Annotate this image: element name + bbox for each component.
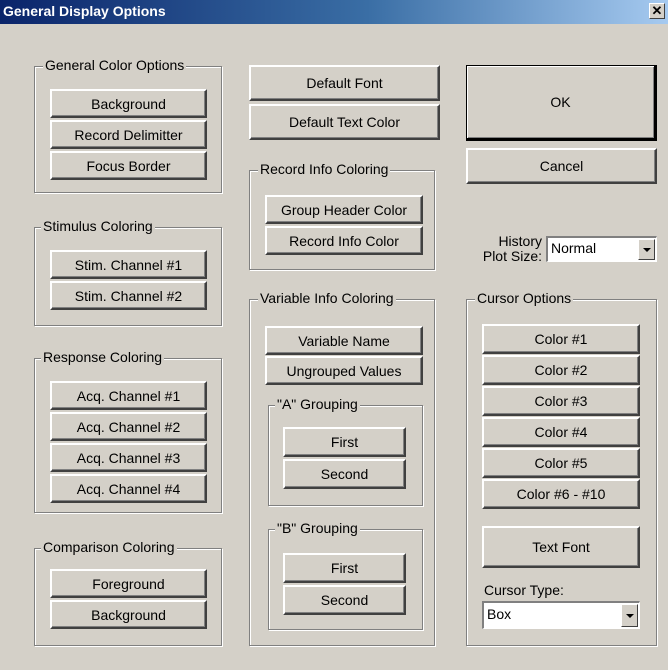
cursor-color-3-button[interactable]: Color #3 xyxy=(482,386,640,416)
history-plot-size-value: Normal xyxy=(551,240,597,256)
record-info-color-button[interactable]: Record Info Color xyxy=(265,226,423,255)
chevron-down-icon[interactable] xyxy=(621,604,638,627)
history-label-line1: History xyxy=(498,233,542,249)
record-delimitter-button[interactable]: Record Delimitter xyxy=(50,120,207,149)
acq-channel-2-button[interactable]: Acq. Channel #2 xyxy=(50,412,207,441)
cursor-color-5-button[interactable]: Color #5 xyxy=(482,448,640,478)
history-label-line2: Plot Size: xyxy=(482,248,542,264)
default-font-button[interactable]: Default Font xyxy=(249,65,440,101)
ok-button[interactable]: OK xyxy=(466,65,657,141)
ungrouped-values-button[interactable]: Ungrouped Values xyxy=(265,356,423,385)
cursor-type-value: Box xyxy=(487,606,512,622)
close-icon[interactable]: ✕ xyxy=(649,3,665,19)
group-legend: Response Coloring xyxy=(41,349,165,365)
a-second-button[interactable]: Second xyxy=(283,459,406,489)
group-legend: Cursor Options xyxy=(475,290,574,306)
cursor-color-1-button[interactable]: Color #1 xyxy=(482,324,640,354)
cursor-type-select[interactable]: Box xyxy=(482,601,640,629)
stim-channel-1-button[interactable]: Stim. Channel #1 xyxy=(50,250,207,279)
focus-border-button[interactable]: Focus Border xyxy=(50,151,207,180)
background-color-button[interactable]: Background xyxy=(50,89,207,118)
stim-channel-2-button[interactable]: Stim. Channel #2 xyxy=(50,281,207,310)
cancel-button[interactable]: Cancel xyxy=(466,148,657,184)
history-plot-size-select[interactable]: Normal xyxy=(546,236,657,262)
group-legend: Variable Info Coloring xyxy=(258,290,396,306)
group-header-color-button[interactable]: Group Header Color xyxy=(265,195,423,224)
group-legend: Comparison Coloring xyxy=(41,539,177,555)
cursor-color-6-10-button[interactable]: Color #6 - #10 xyxy=(482,479,640,509)
group-legend: Record Info Coloring xyxy=(258,161,391,177)
title-bar: General Display Options ✕ xyxy=(0,0,668,24)
cursor-color-4-button[interactable]: Color #4 xyxy=(482,417,640,447)
window-title: General Display Options xyxy=(3,3,166,19)
group-legend: Stimulus Coloring xyxy=(41,218,155,234)
acq-channel-1-button[interactable]: Acq. Channel #1 xyxy=(50,381,207,410)
group-legend: General Color Options xyxy=(43,57,187,73)
acq-channel-4-button[interactable]: Acq. Channel #4 xyxy=(50,474,207,503)
comparison-background-button[interactable]: Background xyxy=(50,600,207,629)
acq-channel-3-button[interactable]: Acq. Channel #3 xyxy=(50,443,207,472)
cursor-text-font-button[interactable]: Text Font xyxy=(482,526,640,568)
default-text-color-button[interactable]: Default Text Color xyxy=(249,104,440,140)
foreground-button[interactable]: Foreground xyxy=(50,569,207,598)
chevron-down-icon[interactable] xyxy=(638,239,655,260)
a-first-button[interactable]: First xyxy=(283,427,406,457)
group-legend: "A" Grouping xyxy=(275,396,360,412)
cursor-color-2-button[interactable]: Color #2 xyxy=(482,355,640,385)
variable-name-button[interactable]: Variable Name xyxy=(265,326,423,355)
cursor-type-label: Cursor Type: xyxy=(484,582,564,598)
b-second-button[interactable]: Second xyxy=(283,585,406,615)
group-legend: "B" Grouping xyxy=(275,520,360,536)
b-first-button[interactable]: First xyxy=(283,553,406,583)
